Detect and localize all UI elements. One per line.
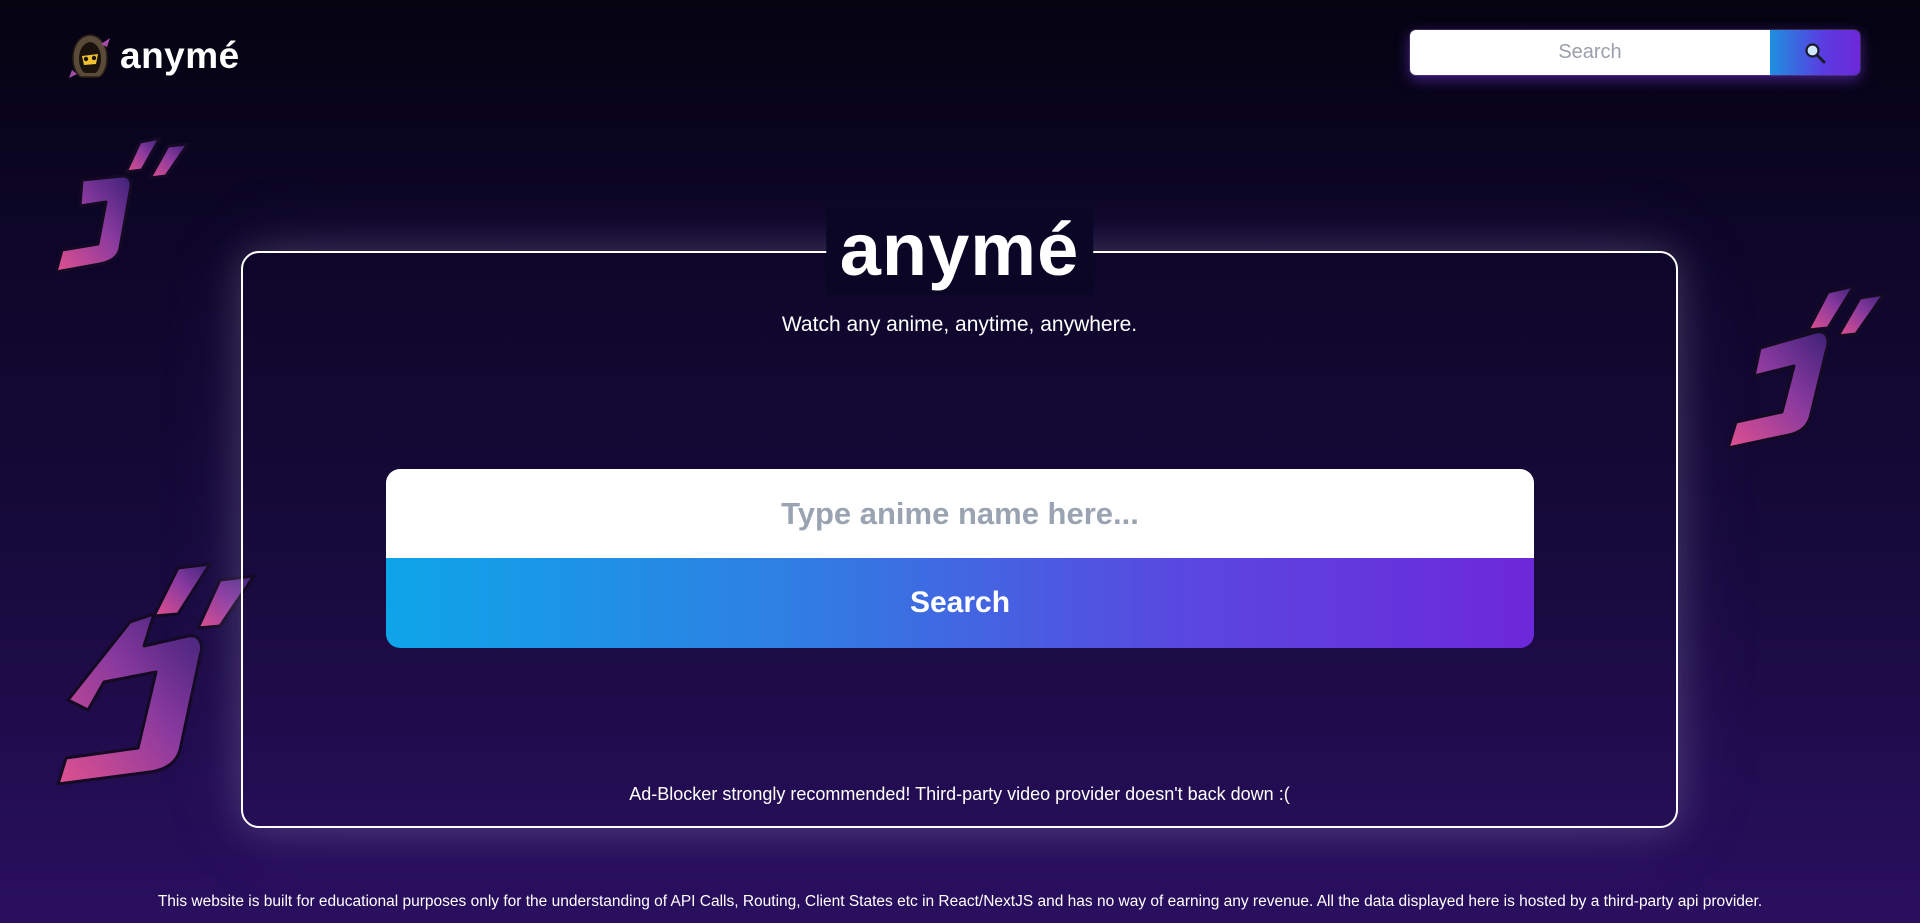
header-search-input[interactable] [1410, 30, 1770, 75]
site-header: anymé [0, 0, 1920, 110]
footer-disclaimer: This website is built for educational pu… [157, 893, 1763, 910]
hero-tagline: Watch any anime, anytime, anywhere. [781, 313, 1138, 336]
header-search-button[interactable] [1770, 30, 1860, 75]
adblock-notice: Ad-Blocker strongly recommended! Third-p… [629, 784, 1290, 804]
hero-card: anymé Watch any anime, anytime, anywhere… [241, 205, 1678, 828]
hero-title: anymé [825, 205, 1094, 295]
brand-home-link[interactable]: anymé [66, 32, 240, 80]
magnifier-icon [1805, 42, 1826, 63]
menacing-go-glyph-icon [56, 562, 256, 786]
hero-search-form: Search [386, 469, 1534, 648]
hooded-anime-character-icon [69, 34, 110, 78]
menacing-go-glyph-icon [54, 136, 190, 274]
brand-name: anymé [120, 35, 240, 76]
menacing-go-glyph-icon [1726, 284, 1886, 450]
anime-search-button[interactable]: Search [386, 558, 1534, 648]
header-search-bar [1410, 30, 1860, 75]
anime-search-input[interactable] [386, 469, 1534, 559]
